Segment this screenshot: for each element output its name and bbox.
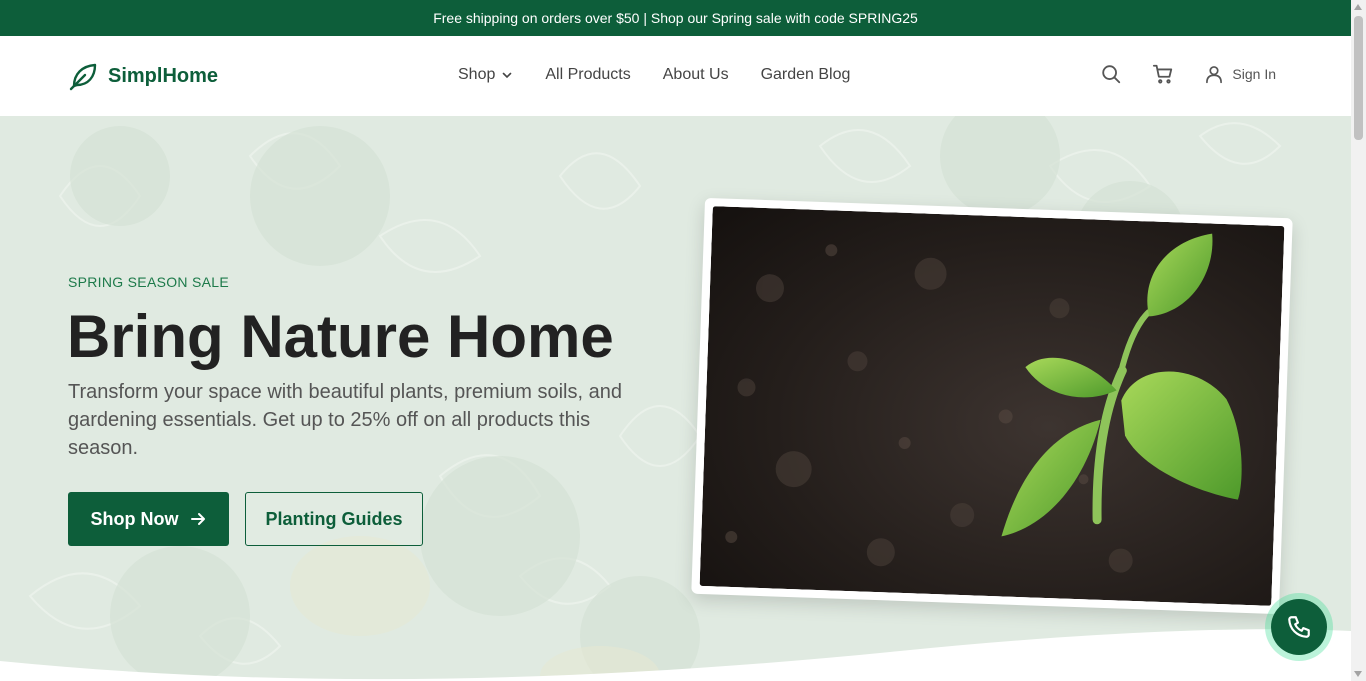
scroll-up-arrow[interactable] [1354, 4, 1362, 10]
brand-logo[interactable]: SimplHome [68, 60, 218, 92]
shop-now-label: Shop Now [90, 508, 179, 529]
sign-in-label: Sign In [1232, 66, 1276, 82]
hero-section: SPRING SEASON SALE Bring Nature Home Tra… [0, 116, 1351, 681]
nav-item-label: All Products [545, 66, 631, 83]
hero-subtext: Transform your space with beautiful plan… [68, 381, 622, 459]
leaf-icon [69, 63, 97, 91]
nav-item-label: Shop [458, 66, 496, 83]
planting-guides-label: Planting Guides [265, 508, 403, 529]
site-header: SimplHome Shop All Products About Us Gar… [0, 36, 1351, 116]
header-tools: Sign In [1100, 63, 1276, 85]
announcement-bar: Free shipping on orders over $50 | Shop … [0, 0, 1351, 36]
shop-now-button[interactable]: Shop Now [68, 492, 229, 546]
cart-button[interactable] [1152, 63, 1174, 85]
nav-item-shop[interactable]: Shop [458, 66, 513, 84]
call-button[interactable] [1271, 599, 1327, 655]
brand-name: SimplHome [108, 64, 219, 87]
search-button[interactable] [1100, 63, 1122, 85]
cart-icon [1153, 64, 1173, 84]
nav-item-label: Garden Blog [760, 66, 851, 83]
chevron-down-icon [503, 72, 512, 79]
scroll-down-arrow[interactable] [1354, 671, 1362, 677]
nav-item-about-us[interactable]: About Us [663, 66, 729, 84]
planting-guides-button[interactable]: Planting Guides [245, 492, 423, 546]
nav-item-label: About Us [662, 66, 729, 83]
nav-item-all-products[interactable]: All Products [545, 66, 630, 84]
nav-item-garden-blog[interactable]: Garden Blog [761, 66, 851, 84]
search-icon [1102, 65, 1121, 84]
hero-bottom-wave [0, 629, 1351, 681]
hero-photo-frame [691, 197, 1293, 615]
arrow-right-icon [190, 513, 205, 525]
scroll-thumb[interactable] [1354, 16, 1363, 140]
seedling-photo [699, 206, 1285, 606]
hero-tag: SPRING SEASON SALE [68, 274, 230, 290]
user-icon [1206, 66, 1223, 84]
phone-icon [1288, 616, 1310, 638]
sign-in-link[interactable]: Sign In [1204, 64, 1276, 84]
main-nav: Shop All Products About Us Garden Blog [458, 66, 850, 84]
announcement-text: Free shipping on orders over $50 | Shop … [433, 10, 918, 26]
page-scrollbar[interactable] [1351, 0, 1366, 681]
hero-headline: Bring Nature Home [67, 303, 614, 370]
